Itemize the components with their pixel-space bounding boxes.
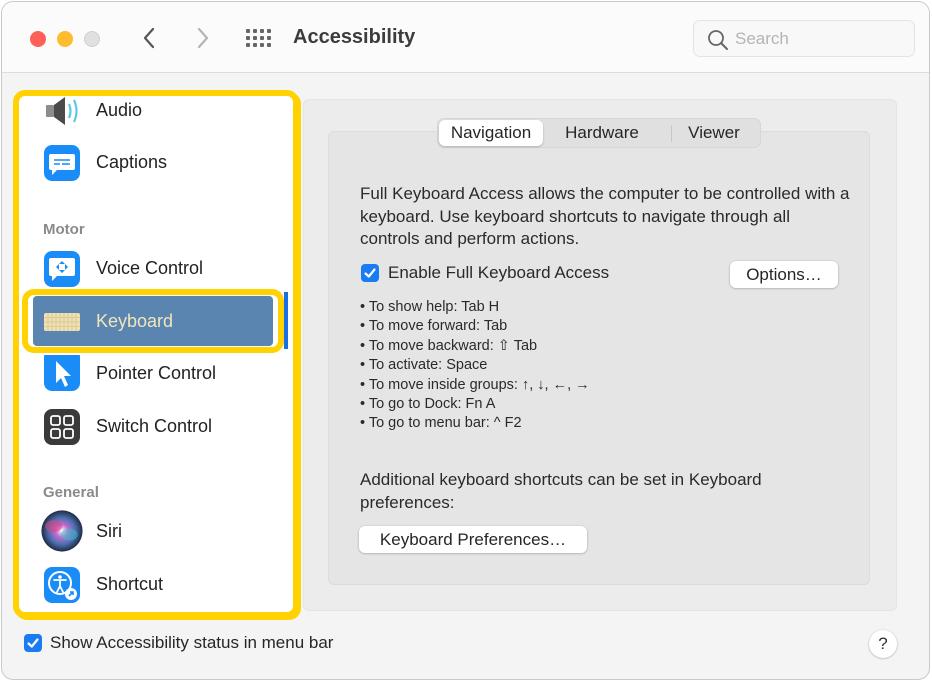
sidebar[interactable]: Audio Captions Motor Voice Control Keybo… <box>19 96 293 612</box>
sidebar-item-label: Switch Control <box>96 416 213 436</box>
zoom-button[interactable] <box>84 31 100 47</box>
speaker-icon <box>46 97 78 125</box>
tab-viewer[interactable]: Viewer <box>674 120 754 146</box>
options-button[interactable]: Options… <box>730 261 838 288</box>
tab-divider <box>671 125 672 142</box>
sidebar-item-label: Shortcut <box>96 574 164 594</box>
pointer-icon <box>44 355 80 391</box>
forward-button[interactable] <box>190 24 214 52</box>
description-text: Full Keyboard Access allows the computer… <box>360 184 850 248</box>
shortcut-item: • To show help: Tab H <box>360 299 500 315</box>
minimize-button[interactable] <box>57 31 73 47</box>
captions-icon <box>44 145 80 181</box>
sidebar-item-shortcut[interactable]: Shortcut <box>19 559 281 609</box>
chevron-right-icon <box>197 27 209 49</box>
shortcut-item: • To move inside groups: ↑, ↓, ←, → <box>360 376 590 393</box>
keyboard-icon <box>44 313 80 331</box>
additional-shortcuts-text: Additional keyboard shortcuts can be set… <box>360 470 762 512</box>
sidebar-item-voice-control[interactable]: Voice Control <box>19 243 281 293</box>
title-bar: Accessibility <box>2 2 929 73</box>
tab-hardware[interactable]: Hardware <box>550 120 654 146</box>
enable-full-keyboard-access-label[interactable]: Enable Full Keyboard Access <box>388 263 609 283</box>
sidebar-item-siri[interactable]: Siri <box>19 506 281 556</box>
shortcut-list: • To show help: Tab H • To move forward:… <box>360 298 590 434</box>
sidebar-item-label: Audio <box>96 100 143 120</box>
show-all-button[interactable] <box>245 27 273 49</box>
sidebar-item-label: Voice Control <box>96 258 204 278</box>
tab-bar: Navigation Hardware Viewer <box>437 118 761 148</box>
search-input[interactable] <box>735 27 905 51</box>
chevron-left-icon <box>143 27 155 49</box>
shortcut-item: • To go to Dock: Fn A <box>360 396 496 413</box>
sidebar-item-label: Keyboard <box>96 311 174 331</box>
show-status-in-menu-bar-checkbox[interactable] <box>24 634 42 652</box>
grid-icon <box>246 29 271 47</box>
sidebar-scrollbar[interactable] <box>284 292 288 349</box>
switch-control-icon <box>44 409 80 445</box>
shortcut-item: • To move forward: Tab <box>360 318 508 335</box>
accessibility-shortcut-icon <box>44 567 80 603</box>
checkmark-icon <box>364 268 376 278</box>
sidebar-item-captions[interactable]: Captions <box>19 137 281 187</box>
sidebar-item-audio[interactable]: Audio <box>19 96 281 135</box>
keyboard-preferences-button[interactable]: Keyboard Preferences… <box>359 526 587 553</box>
window-title: Accessibility <box>293 26 416 48</box>
search-field[interactable] <box>693 20 915 57</box>
search-icon <box>708 30 728 50</box>
shortcut-item: • To move backward: ⇧ Tab <box>360 337 538 354</box>
checkmark-icon <box>27 638 39 648</box>
sidebar-item-pointer-control[interactable]: Pointer Control <box>19 348 281 398</box>
sidebar-item-label: Captions <box>96 152 168 172</box>
section-header-motor: Motor <box>43 221 85 238</box>
back-button[interactable] <box>138 24 162 52</box>
sidebar-item-switch-control[interactable]: Switch Control <box>19 401 281 451</box>
shortcut-item: • To activate: Space <box>360 357 488 374</box>
shortcut-item: • To go to menu bar: ^ F2 <box>360 415 522 432</box>
sidebar-item-keyboard[interactable]: Keyboard <box>33 296 273 346</box>
show-status-in-menu-bar-label[interactable]: Show Accessibility status in menu bar <box>50 633 333 653</box>
tab-navigation[interactable]: Navigation <box>439 120 543 146</box>
enable-full-keyboard-access-checkbox[interactable] <box>361 264 379 282</box>
sidebar-item-label: Pointer Control <box>96 363 217 383</box>
sidebar-item-label: Siri <box>96 521 122 541</box>
close-button[interactable] <box>30 31 46 47</box>
siri-icon <box>41 510 83 552</box>
help-button[interactable]: ? <box>869 630 897 658</box>
section-header-general: General <box>43 484 99 501</box>
voice-control-icon <box>44 251 80 287</box>
